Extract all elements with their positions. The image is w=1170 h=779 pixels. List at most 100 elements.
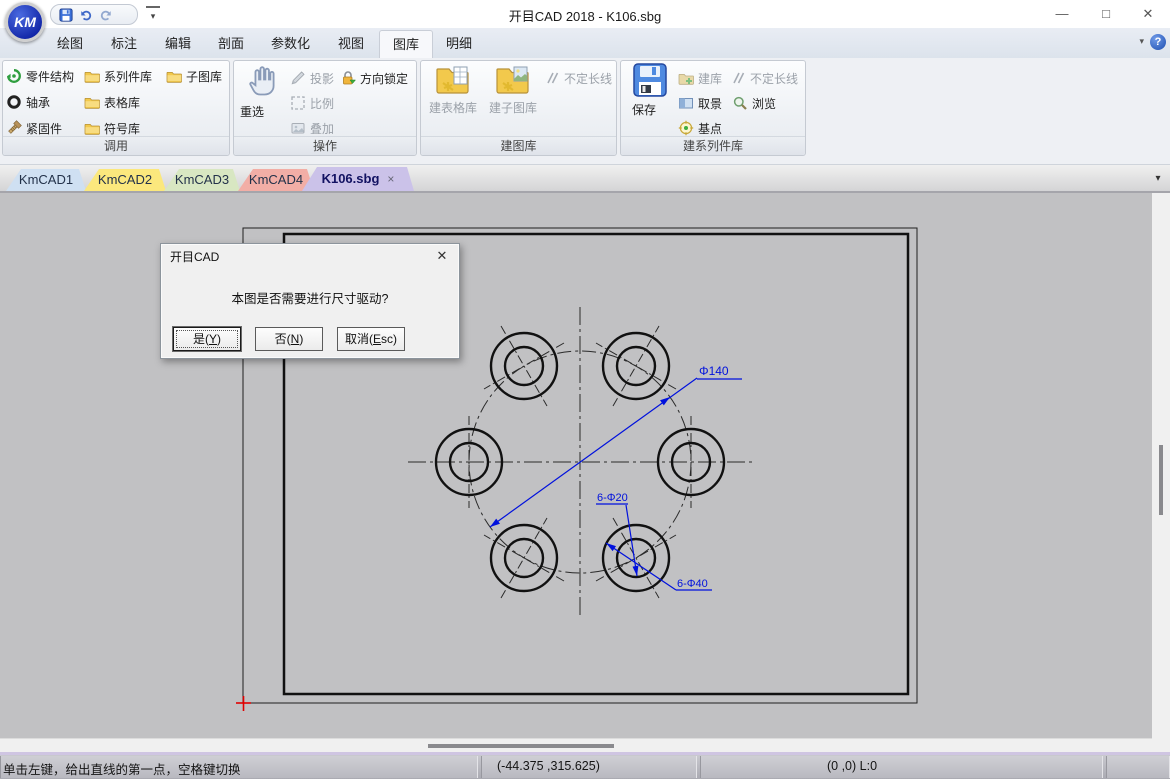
button-base-point[interactable]: 基点	[678, 118, 722, 138]
button-scale[interactable]: 比例	[290, 93, 334, 113]
customize-quick-access-icon[interactable]: ▾	[146, 6, 160, 22]
button-bearing[interactable]: 轴承	[6, 92, 50, 112]
button-build-table-library[interactable]: 建表格库	[424, 62, 482, 116]
folder-picture-icon	[495, 62, 531, 96]
tab-overflow-dropdown-icon[interactable]: ▾	[1150, 171, 1166, 187]
vertical-scrollbar[interactable]	[1152, 193, 1170, 752]
button-indefinite-line-2[interactable]: 不定长线	[730, 68, 798, 88]
close-button[interactable]: ✕	[1128, 0, 1168, 28]
button-save-library[interactable]: 保存	[628, 62, 672, 118]
button-part-structure-label: 零件结构	[26, 68, 74, 85]
button-projection[interactable]: 投影	[290, 68, 334, 88]
button-save-library-label: 保存	[628, 101, 672, 118]
doc-tab-kmcad2[interactable]: KmCAD2	[84, 169, 166, 191]
button-build-sub-library[interactable]: 建子图库	[484, 62, 542, 116]
button-projection-label: 投影	[310, 70, 334, 87]
button-build-table-library-label: 建表格库	[424, 99, 482, 116]
doc-tab-k106-active[interactable]: K106.sbg ×	[302, 167, 414, 191]
target-icon	[678, 120, 694, 136]
doc-tab-kmcad1[interactable]: KmCAD1	[6, 169, 86, 191]
save-icon[interactable]	[59, 8, 73, 22]
button-series-library-label: 系列件库	[104, 68, 152, 85]
magnifier-icon	[732, 95, 748, 111]
button-table-library[interactable]: 表格库	[84, 92, 140, 112]
button-fastener[interactable]: 紧固件	[6, 118, 62, 138]
doc-tab-kmcad2-label: KmCAD2	[98, 172, 152, 187]
lock-icon	[340, 70, 356, 86]
undo-icon[interactable]	[79, 8, 93, 22]
horizontal-scrollbar[interactable]	[0, 738, 1152, 752]
doc-tab-k106-label: K106.sbg	[322, 171, 380, 186]
help-icon[interactable]: ?	[1150, 34, 1166, 50]
app-logo-text: KM	[14, 14, 36, 30]
dialog-no-button[interactable]: 否(N)	[255, 327, 323, 351]
dialog-close-icon[interactable]: ✕	[433, 247, 451, 265]
window-title: 开目CAD 2018 - K106.sbg	[509, 6, 661, 25]
button-capture-view-label: 取景	[698, 95, 722, 112]
yes-label-key: Y	[209, 332, 217, 346]
button-indefinite-line-1-label: 不定长线	[564, 70, 612, 87]
ribbon-tab-parametric[interactable]: 参数化	[258, 30, 323, 58]
status-cursor-coords: (-44.375 ,315.625)	[497, 759, 600, 773]
button-indefinite-line-1[interactable]: 不定长线	[544, 68, 612, 88]
doc-tab-close-icon[interactable]: ×	[387, 172, 394, 186]
ribbon-tab-section[interactable]: 剖面	[205, 30, 257, 58]
button-direction-lock[interactable]: 方向锁定	[340, 68, 408, 88]
button-browse[interactable]: 浏览	[732, 93, 776, 113]
vertical-scrollbar-thumb[interactable]	[1159, 445, 1163, 515]
minimize-button[interactable]: —	[1042, 0, 1082, 28]
folder-icon	[84, 95, 100, 109]
ribbon-options-dropdown-icon[interactable]: ▾	[1139, 36, 1144, 47]
cancel-label-key: E	[373, 332, 381, 346]
button-part-structure[interactable]: 零件结构	[6, 66, 74, 86]
folder-icon	[84, 69, 100, 83]
ribbon-tab-detail[interactable]: 明细	[433, 30, 485, 58]
button-overlay[interactable]: 叠加	[290, 118, 334, 138]
part-structure-icon	[6, 68, 22, 84]
maximize-button[interactable]: □	[1086, 0, 1126, 28]
ribbon-group-build-library-label: 建图库	[421, 136, 616, 155]
dialog-cancel-button[interactable]: 取消(Esc)	[337, 327, 405, 351]
ribbon-group-operation-label: 操作	[234, 136, 416, 155]
redo-icon[interactable]	[99, 8, 113, 22]
doc-tab-kmcad3-label: KmCAD3	[175, 172, 229, 187]
dialog-yes-button[interactable]: 是(Y)	[173, 327, 241, 351]
app-logo[interactable]: KM	[5, 2, 45, 42]
no-label-post: )	[299, 332, 303, 346]
button-capture-view[interactable]: 取景	[678, 93, 722, 113]
ribbon-tab-edit[interactable]: 编辑	[152, 30, 204, 58]
button-scale-label: 比例	[310, 95, 334, 112]
bearing-ring-icon	[6, 94, 22, 110]
status-segment-origin	[700, 756, 1103, 778]
button-base-point-label: 基点	[698, 120, 722, 137]
button-symbol-library[interactable]: 符号库	[84, 118, 140, 138]
doc-tab-kmcad4-label: KmCAD4	[249, 172, 303, 187]
button-sub-drawing-library[interactable]: 子图库	[166, 66, 222, 86]
doc-tab-kmcad3[interactable]: KmCAD3	[164, 169, 240, 191]
button-reselect[interactable]: 重选	[238, 62, 290, 120]
button-reselect-label: 重选	[238, 103, 290, 120]
dashed-rect-icon	[290, 95, 306, 111]
document-tab-bar: KmCAD1 KmCAD2 KmCAD3 KmCAD4 K106.sbg × ▾	[0, 165, 1170, 193]
floppy-disk-icon	[632, 62, 668, 98]
scrollbar-corner	[1152, 738, 1170, 752]
yes-label-post: )	[217, 332, 221, 346]
image-overlay-icon	[290, 120, 306, 136]
button-series-library[interactable]: 系列件库	[84, 66, 152, 86]
folder-icon	[166, 69, 182, 83]
dialog-message: 本图是否需要进行尺寸驱动?	[161, 288, 459, 307]
doc-tab-kmcad4[interactable]: KmCAD4	[238, 169, 314, 191]
dim-6phi20-text: 6-Φ20	[597, 492, 628, 504]
button-sub-drawing-library-label: 子图库	[186, 68, 222, 85]
ribbon-tab-dimension[interactable]: 标注	[98, 30, 150, 58]
status-bar: 单击左键，给出直线的第一点，空格键切换 (-44.375 ,315.625) (…	[0, 755, 1170, 779]
ribbon-tab-draw[interactable]: 绘图	[44, 30, 96, 58]
horizontal-scrollbar-thumb[interactable]	[428, 744, 614, 748]
status-origin-info: (0 ,0) L:0	[827, 759, 877, 773]
ribbon-tab-view[interactable]: 视图	[325, 30, 377, 58]
button-build-database[interactable]: 建库	[678, 68, 722, 88]
doc-tab-kmcad1-label: KmCAD1	[19, 172, 73, 187]
yes-label-pre: 是(	[193, 332, 209, 346]
ribbon-tab-library-active[interactable]: 图库	[379, 30, 433, 58]
status-hint-text: 单击左键，给出直线的第一点，空格键切换	[3, 759, 241, 778]
